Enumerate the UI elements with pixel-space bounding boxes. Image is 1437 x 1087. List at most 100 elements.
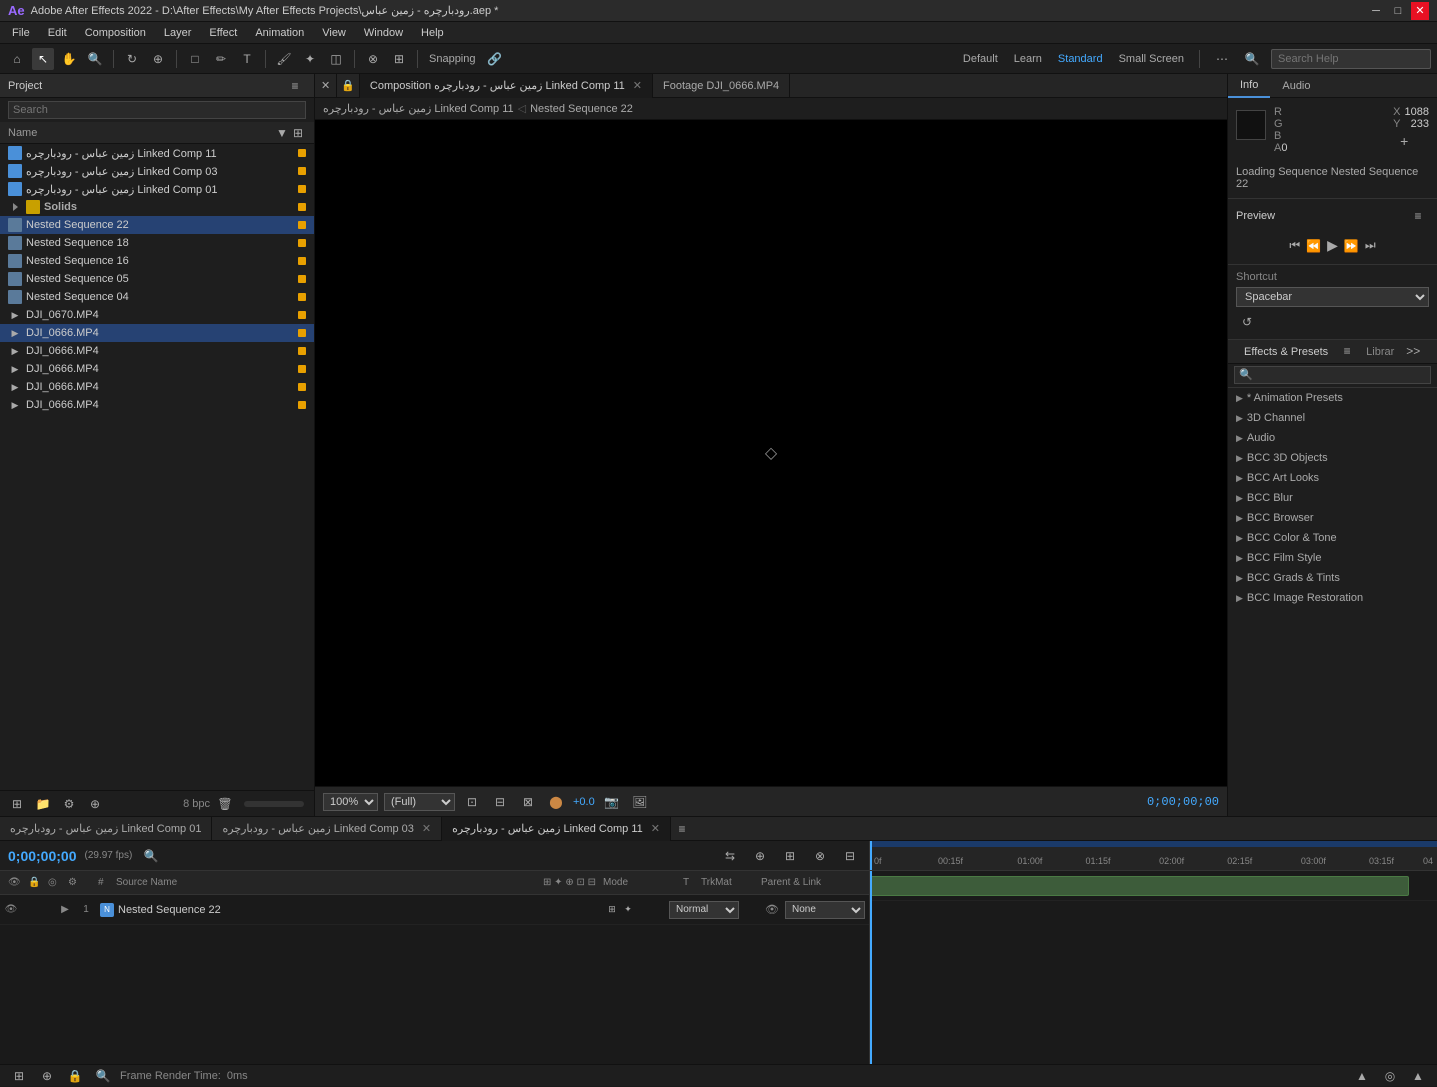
- search-input[interactable]: [1271, 49, 1431, 69]
- first-frame-button[interactable]: ⏮: [1289, 237, 1300, 254]
- last-frame-button[interactable]: ⏭: [1365, 237, 1376, 254]
- list-item[interactable]: Nested Sequence 05: [0, 270, 314, 288]
- effects-expand[interactable]: >>: [1402, 340, 1424, 362]
- list-item[interactable]: ▶ BCC Art Looks: [1228, 468, 1437, 488]
- layer-solo-toggle[interactable]: [40, 903, 54, 917]
- effects-search-input[interactable]: [1234, 366, 1431, 384]
- zoom-tool[interactable]: 🔍: [84, 48, 106, 70]
- layer-switch-1[interactable]: ⊞: [605, 903, 619, 917]
- table-row[interactable]: 👁 ▶ 1 N Nested Sequence 22 ⊞ ✦ Normal 👁 …: [0, 895, 869, 925]
- menu-edit[interactable]: Edit: [40, 25, 75, 41]
- layer-parent-select[interactable]: None: [785, 901, 865, 919]
- timeline-track[interactable]: [870, 871, 1437, 901]
- tl-tool-2[interactable]: ⊕: [749, 845, 771, 867]
- list-item[interactable]: ▶ BCC Blur: [1228, 488, 1437, 508]
- shortcut-reset[interactable]: ↺: [1236, 311, 1258, 333]
- list-item[interactable]: Nested Sequence 16: [0, 252, 314, 270]
- list-item[interactable]: Nested Sequence 04: [0, 288, 314, 306]
- tab-library[interactable]: Librar: [1358, 340, 1402, 364]
- delete-button[interactable]: 🗑: [214, 793, 236, 815]
- list-item[interactable]: ▶ BCC Browser: [1228, 508, 1437, 528]
- menu-layer[interactable]: Layer: [156, 25, 200, 41]
- timeline-menu[interactable]: ≡: [671, 818, 693, 840]
- layer-visibility-toggle[interactable]: 👁: [4, 903, 18, 917]
- tl-tab-comp11-close[interactable]: ✕: [651, 822, 660, 835]
- home-tool[interactable]: ⌂: [6, 48, 28, 70]
- rotate-tool[interactable]: ↻: [121, 48, 143, 70]
- footer-btn-2[interactable]: ⊕: [36, 1065, 58, 1087]
- menu-help[interactable]: Help: [413, 25, 452, 41]
- menu-effect[interactable]: Effect: [201, 25, 245, 41]
- transparency-toggle[interactable]: ⊟: [489, 791, 511, 813]
- list-item[interactable]: ▶ BCC Image Restoration: [1228, 588, 1437, 608]
- puppet-tool[interactable]: ⊕: [147, 48, 169, 70]
- prev-frame-button[interactable]: ⏪: [1306, 237, 1321, 254]
- footer-btn-3[interactable]: 🔒: [64, 1065, 86, 1087]
- layer-mode-select[interactable]: Normal: [669, 901, 739, 919]
- list-item[interactable]: ▶ DJI_0666.MP4: [0, 324, 314, 342]
- tab-effects-presets[interactable]: Effects & Presets: [1236, 340, 1336, 364]
- tl-tool-3[interactable]: ⊞: [779, 845, 801, 867]
- layer-switch-2[interactable]: ✦: [621, 903, 635, 917]
- layout-default[interactable]: Default: [959, 53, 1002, 65]
- footage-settings[interactable]: ⚙: [58, 793, 80, 815]
- footer-options[interactable]: ◎: [1379, 1065, 1401, 1087]
- menu-view[interactable]: View: [314, 25, 354, 41]
- select-tool[interactable]: ↖: [32, 48, 54, 70]
- layer-lock-toggle[interactable]: [22, 903, 36, 917]
- search-layer[interactable]: 🔍: [140, 845, 162, 867]
- hand-tool[interactable]: ✋: [58, 48, 80, 70]
- interpret-footage[interactable]: ⊕: [84, 793, 106, 815]
- list-item[interactable]: ▶ DJI_0666.MP4: [0, 342, 314, 360]
- list-item[interactable]: ▶ BCC 3D Objects: [1228, 448, 1437, 468]
- footer-btn-4[interactable]: 🔍: [92, 1065, 114, 1087]
- list-item[interactable]: Nested Sequence 22: [0, 216, 314, 234]
- zoom-select[interactable]: 100% 50% 200% Fit: [323, 793, 378, 811]
- preview-menu[interactable]: ≡: [1407, 205, 1429, 227]
- list-item[interactable]: ▶ 3D Channel: [1228, 408, 1437, 428]
- list-item[interactable]: ▶ BCC Grads & Tints: [1228, 568, 1437, 588]
- minimize-button[interactable]: ─: [1367, 2, 1385, 20]
- clone-tool[interactable]: ✦: [299, 48, 321, 70]
- layout-learn[interactable]: Learn: [1010, 53, 1046, 65]
- col-sort[interactable]: ▼: [274, 125, 290, 141]
- list-item[interactable]: زمین عباس - رودبارچره Linked Comp 11: [0, 144, 314, 162]
- tab-info[interactable]: Info: [1228, 74, 1270, 98]
- show-channel[interactable]: ⊠: [517, 791, 539, 813]
- new-folder-button[interactable]: 📁: [32, 793, 54, 815]
- snapshot[interactable]: 📷: [601, 791, 623, 813]
- roto-tool[interactable]: ⊗: [362, 48, 384, 70]
- list-item[interactable]: ▶ BCC Film Style: [1228, 548, 1437, 568]
- new-comp-button[interactable]: ⊞: [6, 793, 28, 815]
- effects-menu[interactable]: ≡: [1336, 340, 1358, 362]
- puppet2-tool[interactable]: ⊞: [388, 48, 410, 70]
- footer-btn-1[interactable]: ⊞: [8, 1065, 30, 1087]
- layer-collapse[interactable]: ▶: [58, 903, 72, 917]
- add-icon[interactable]: +: [1393, 130, 1415, 152]
- list-item[interactable]: ▶ Audio: [1228, 428, 1437, 448]
- close-button[interactable]: ✕: [1411, 2, 1429, 20]
- list-item[interactable]: ▶ DJI_0670.MP4: [0, 306, 314, 324]
- brush-tool[interactable]: 🖌: [273, 48, 295, 70]
- color-correct[interactable]: ⬤: [545, 791, 567, 813]
- list-item[interactable]: ▶ * Animation Presets: [1228, 388, 1437, 408]
- tl-tab-comp03[interactable]: زمین عباس - رودبارچره Linked Comp 03 ✕: [212, 817, 442, 841]
- viewer-tab-footage[interactable]: Footage DJI_0666.MP4: [653, 74, 790, 98]
- breadcrumb-nested[interactable]: Nested Sequence 22: [530, 103, 633, 115]
- list-item[interactable]: زمین عباس - رودبارچره Linked Comp 01: [0, 180, 314, 198]
- rect-tool[interactable]: □: [184, 48, 206, 70]
- layout-small[interactable]: Small Screen: [1115, 53, 1188, 65]
- breadcrumb-comp[interactable]: زمین عباس - رودبارچره Linked Comp 11: [323, 102, 514, 115]
- list-item[interactable]: Solids: [0, 198, 314, 216]
- tl-tool-5[interactable]: ⊟: [839, 845, 861, 867]
- list-item[interactable]: ▶ DJI_0666.MP4: [0, 396, 314, 414]
- tl-tab-comp03-close[interactable]: ✕: [422, 822, 431, 835]
- show-snapshot[interactable]: 🖼: [629, 791, 651, 813]
- col-options[interactable]: ⊞: [290, 125, 306, 141]
- tab-audio[interactable]: Audio: [1270, 74, 1322, 98]
- pen-tool[interactable]: ✏: [210, 48, 232, 70]
- footer-expand[interactable]: ▲: [1351, 1065, 1373, 1087]
- menu-window[interactable]: Window: [356, 25, 411, 41]
- list-item[interactable]: ▶ BCC Color & Tone: [1228, 528, 1437, 548]
- list-item[interactable]: Nested Sequence 18: [0, 234, 314, 252]
